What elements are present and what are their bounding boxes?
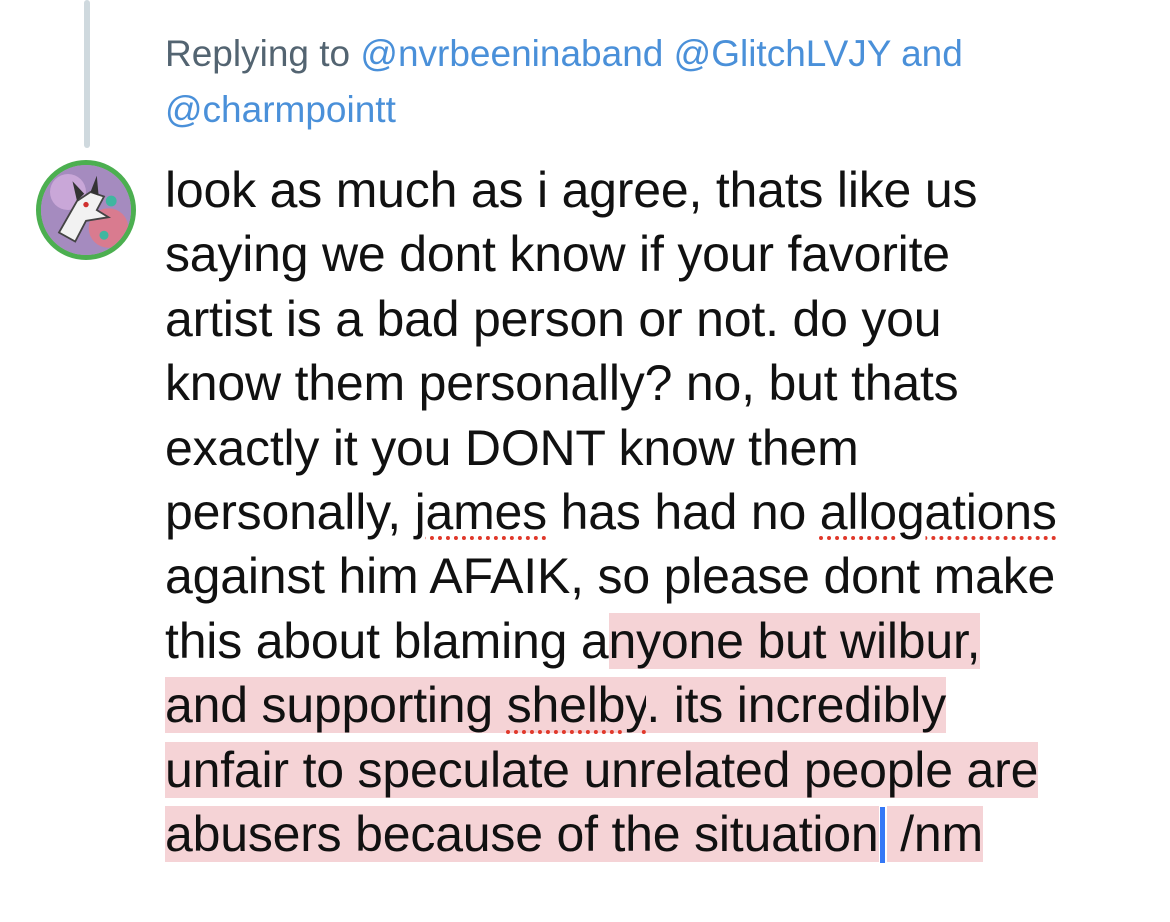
tweet-line-7: against him AFAIK, so please dont make — [165, 548, 1056, 605]
mention-link-glitchlvjy[interactable]: @GlitchLVJY — [674, 33, 891, 74]
selected-text: nyone but wilbur, — [608, 612, 981, 669]
tweet-line-3: artist is a bad person or not. do you — [165, 290, 942, 347]
tweet-line-1: look as much as i agree, thats like us — [165, 162, 978, 218]
tweet-line-6: personally, james has had no allogations — [165, 480, 1150, 544]
tweet-body[interactable]: look as much as i agree, thats like us s… — [165, 158, 1150, 866]
replying-to-label: Replying to — [165, 33, 351, 74]
tweet-line-4: know them personally? no, but thats — [165, 355, 959, 412]
thread-connector-line — [84, 0, 90, 148]
tweet-line-9: and supporting shelby. its incredibly — [165, 673, 1150, 737]
selected-text: and supporting — [165, 677, 507, 734]
tweet-line-5: exactly it you DONT know them — [165, 419, 859, 476]
text-caret — [879, 806, 885, 863]
avatar[interactable] — [36, 160, 136, 260]
tweet-line-10: unfair to speculate unrelated people are — [165, 738, 1150, 802]
tweet-text-segment: has had no — [546, 483, 820, 540]
replying-to-context: Replying to @nvrbeeninaband @GlitchLVJY … — [165, 26, 1125, 138]
mention-conjunction: and — [901, 33, 963, 74]
selected-text: unfair to speculate unrelated people are — [165, 741, 1039, 798]
misspelled-word-james[interactable]: james — [415, 484, 548, 540]
tweet-text-segment: this about blaming a — [165, 612, 609, 669]
selected-text: . its incredibly — [646, 677, 947, 734]
misspelled-word-shelby[interactable]: shelby — [506, 677, 647, 734]
tweet-line-11: abusers because of the situation /nm — [165, 802, 1150, 866]
selected-text: abusers because of the situation — [165, 805, 879, 862]
tweet-text-segment: personally, — [165, 483, 415, 540]
tweet-line-2: saying we dont know if your favorite — [165, 226, 950, 283]
misspelled-word-allogations[interactable]: allogations — [820, 484, 1057, 540]
dragon-avatar-icon — [41, 165, 131, 255]
mention-link-charmpointt[interactable]: @charmpointt — [165, 89, 396, 130]
tweet-line-8: this about blaming anyone but wilbur, — [165, 609, 1150, 673]
mention-link-nvrbeeninaband[interactable]: @nvrbeeninaband — [360, 33, 663, 74]
selected-text: /nm — [886, 805, 983, 862]
